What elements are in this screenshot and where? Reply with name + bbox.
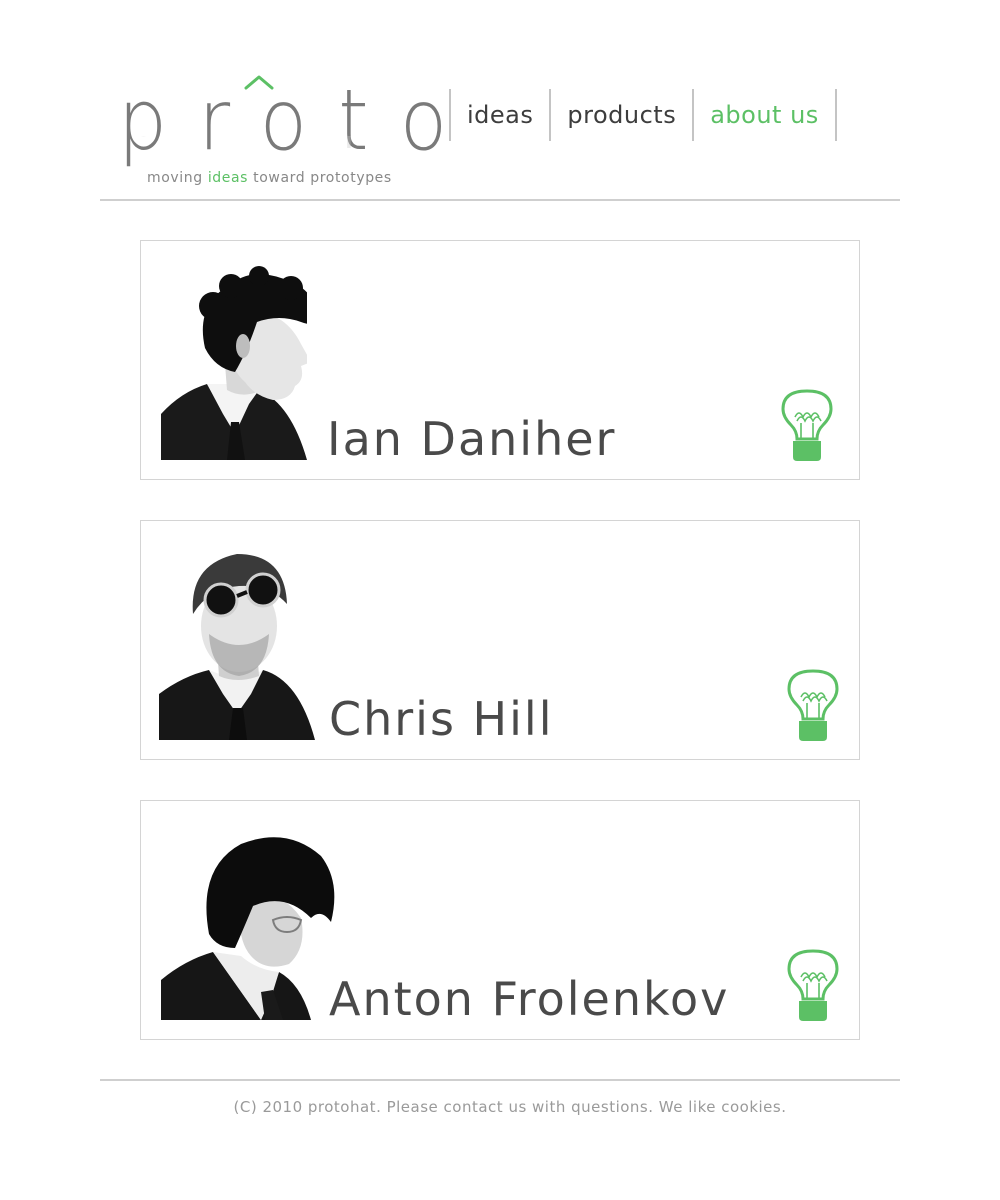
tagline-end: toward prototypes [253, 170, 392, 186]
nav-divider [834, 89, 837, 141]
team-member-name: Anton Frolenkov [329, 972, 730, 1026]
lightbulb-icon[interactable] [781, 389, 833, 465]
tagline-accent: ideas [207, 170, 249, 186]
person-portrait-icon [161, 266, 307, 460]
tagline-start: moving [147, 170, 203, 186]
person-portrait-icon [159, 554, 315, 740]
nav-ideas[interactable]: ideas [451, 89, 549, 141]
team-card-anton[interactable]: Anton Frolenkov [140, 800, 860, 1040]
tagline: moving ideas toward prototypes [147, 170, 392, 186]
team-member-name: Ian Daniher [327, 412, 617, 466]
person-portrait-icon [161, 837, 335, 1020]
team-member-name: Chris Hill [329, 692, 554, 746]
circumflex-hat-icon [244, 75, 274, 90]
nav-about-us[interactable]: about us [694, 89, 835, 141]
lightbulb-icon[interactable] [787, 669, 839, 745]
footer-divider [100, 1079, 900, 1081]
main-nav: ideas products about us [449, 89, 837, 141]
footer-text: (C) 2010 protohat. Please contact us wit… [233, 1098, 787, 1116]
team-card-ian[interactable]: Ian Daniher [140, 240, 860, 480]
header-divider [100, 199, 900, 201]
lightbulb-icon[interactable] [787, 949, 839, 1025]
team-card-chris[interactable]: Chris Hill [140, 520, 860, 760]
logo-reflection: proto [118, 136, 478, 160]
nav-products[interactable]: products [551, 89, 692, 141]
